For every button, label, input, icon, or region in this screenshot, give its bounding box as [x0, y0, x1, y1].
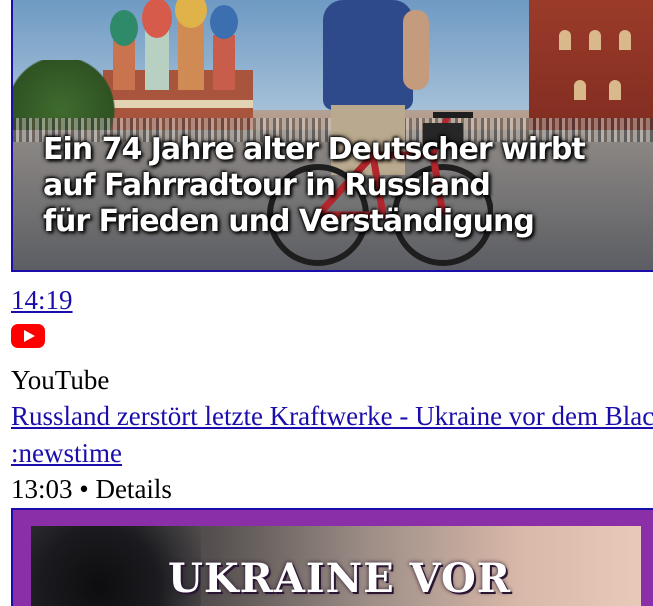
headline-line-2: auf Fahrradtour in Russland: [43, 168, 491, 203]
thumbnail-2-headline: UKRAINE VOR: [168, 555, 512, 602]
video-meta: 13:03 • Details: [11, 474, 172, 504]
search-results-page: Ein 74 Jahre alter Deutscher wirbt auf F…: [0, 0, 653, 606]
video-thumbnail-2[interactable]: UKRAINE VOR: [11, 508, 653, 606]
thumbnail-headline: Ein 74 Jahre alter Deutscher wirbt auf F…: [43, 132, 586, 240]
channel-link[interactable]: :newstime: [11, 437, 122, 469]
video-duration-link[interactable]: 14:19: [11, 284, 73, 316]
video-title-link[interactable]: Russland zerstört letzte Kraftwerke - Uk…: [11, 400, 653, 432]
headline-line-3: für Frieden und Verständigung: [43, 204, 535, 239]
youtube-icon: [11, 324, 45, 348]
video-source: YouTube: [11, 365, 110, 395]
headline-line-1: Ein 74 Jahre alter Deutscher wirbt: [43, 132, 586, 167]
video-thumbnail-1[interactable]: Ein 74 Jahre alter Deutscher wirbt auf F…: [11, 0, 653, 272]
